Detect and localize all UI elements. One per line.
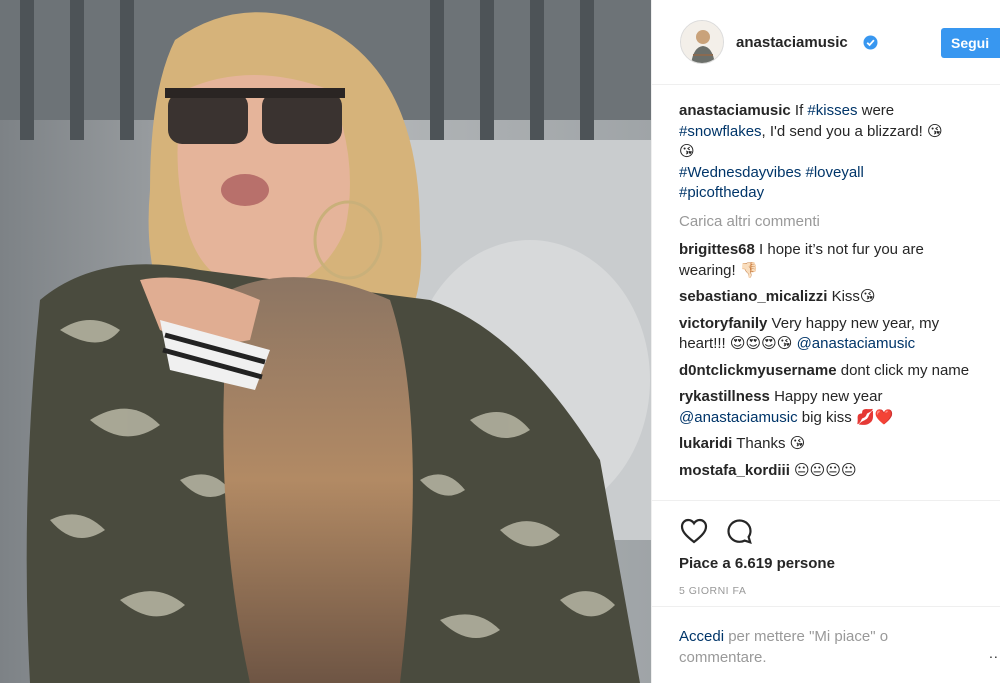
login-link[interactable]: Accedi	[679, 628, 724, 645]
avatar-image	[681, 21, 723, 63]
caption-emoji: 😘	[679, 143, 695, 160]
comment-mention[interactable]: @anastaciamusic	[679, 409, 798, 426]
caption-text: were	[857, 102, 895, 119]
comment-item: lukaridi Thanks 😘	[679, 434, 979, 455]
hashtag-picoftheday[interactable]: #picoftheday	[679, 184, 764, 201]
login-text: Accedi per mettere "Mi piace" o commenta…	[679, 626, 949, 668]
comment-username[interactable]: rykastillness	[679, 388, 770, 405]
caption-text: , I'd send you a blizzard! 😘	[761, 122, 943, 140]
caption-username[interactable]: anastaciamusic	[679, 102, 791, 119]
post-panel: anastaciamusic Segui anastaciamusic If #…	[651, 0, 1000, 683]
post-actions: Piace a 6.619 persone 5 GIORNI FA	[652, 500, 1000, 597]
comment-item: victoryfanily Very happy new year, my he…	[679, 314, 979, 355]
follow-button[interactable]: Segui	[941, 28, 1000, 58]
post-timestamp[interactable]: 5 GIORNI FA	[679, 585, 746, 597]
comment-username[interactable]: lukaridi	[679, 435, 732, 452]
comment-bubble-icon[interactable]	[726, 518, 753, 545]
heart-icon[interactable]	[680, 518, 708, 544]
caption-text: If	[794, 102, 808, 119]
caption: anastaciamusic If #kisses were #snowflak…	[679, 101, 979, 204]
likes-count[interactable]: Piace a 6.619 persone	[679, 555, 835, 572]
comment-item: mostafa_kordiii 😐😐😐😐	[679, 461, 979, 482]
hashtag-wednesdayvibes[interactable]: #Wednesdayvibes	[679, 164, 801, 181]
hashtag-loveyall[interactable]: #loveyall	[805, 164, 863, 181]
comment-text: Happy new year	[774, 388, 883, 405]
comment-text: Kiss😘	[831, 288, 876, 305]
comment-mention[interactable]: @anastaciamusic	[797, 335, 916, 352]
profile-avatar[interactable]	[680, 20, 724, 64]
comment-item: sebastiano_micalizzi Kiss😘	[679, 287, 979, 308]
comment-text: Thanks 😘	[736, 435, 806, 452]
more-options-icon[interactable]: ...	[989, 645, 1000, 661]
comment-username[interactable]: d0ntclickmyusername	[679, 362, 837, 379]
comment-item: d0ntclickmyusername dont click my name	[679, 361, 979, 382]
post-username[interactable]: anastaciamusic	[736, 34, 848, 51]
comment-username[interactable]: sebastiano_micalizzi	[679, 288, 827, 305]
woman-blowing-kiss-photo	[0, 0, 651, 683]
comment-item: rykastillness Happy new year @anastaciam…	[679, 387, 979, 428]
verified-badge-icon	[863, 35, 878, 50]
comment-username[interactable]: victoryfanily	[679, 315, 767, 332]
comment-text: dont click my name	[840, 361, 970, 379]
hashtag-snowflakes[interactable]: #snowflakes	[679, 123, 762, 140]
comments-list: anastaciamusic If #kisses were #snowflak…	[679, 101, 979, 499]
comment-username[interactable]: mostafa_kordiii	[679, 462, 790, 479]
post-header: anastaciamusic Segui	[652, 0, 1000, 85]
comment-text: big kiss 💋❤️	[797, 408, 894, 426]
comment-item: brigittes68 I hope it’s not fur you are …	[679, 240, 979, 281]
post-photo[interactable]	[0, 0, 651, 683]
load-more-comments[interactable]: Carica altri commenti	[679, 212, 979, 233]
hashtag-kisses[interactable]: #kisses	[807, 102, 857, 119]
comment-username[interactable]: brigittes68	[679, 241, 755, 258]
comment-text: 😐😐😐😐	[794, 461, 857, 479]
login-prompt: Accedi per mettere "Mi piace" o commenta…	[652, 606, 1000, 684]
